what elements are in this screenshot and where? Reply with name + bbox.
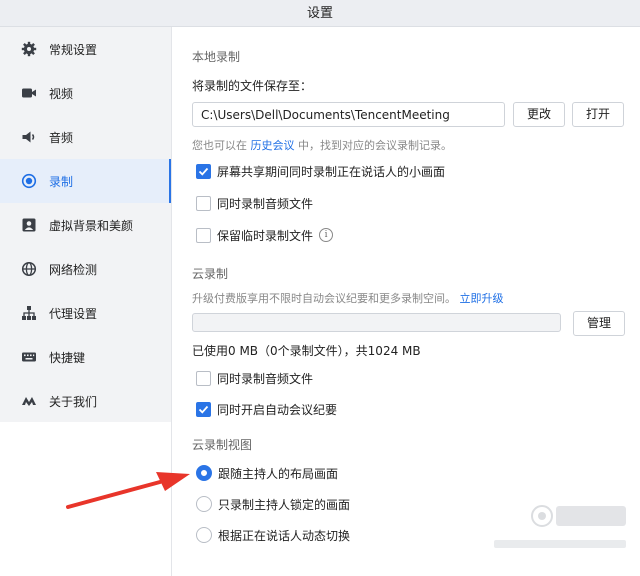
recording-settings-panel: 本地录制 将录制的文件保存至： 更改 打开 您也可以在 历史会议 中，找到对应的…	[172, 27, 640, 576]
view-host-locked-only[interactable]: 只录制主持人锁定的画面	[196, 494, 350, 514]
sidebar-item-about[interactable]: 关于我们	[0, 379, 171, 423]
sidebar-item-label: 关于我们	[49, 394, 98, 409]
radio[interactable]	[196, 527, 212, 543]
local-recording-title: 本地录制	[192, 50, 241, 64]
upgrade-hint: 升级付费版享用不限时自动会议纪要和更多录制空间。 立即升级	[192, 290, 504, 306]
watermark-logo-icon	[494, 505, 626, 548]
radio[interactable]	[196, 496, 212, 512]
speaker-icon	[20, 128, 38, 146]
sidebar-item-label: 音频	[49, 130, 74, 145]
sidebar-item-label: 虚拟背景和美颜	[49, 218, 134, 233]
globe-icon	[20, 260, 38, 278]
history-hint-prefix: 您也可以在	[192, 139, 247, 152]
history-hint-suffix: 中，找到对应的会议录制记录。	[298, 139, 452, 152]
sidebar-item-label: 快捷键	[49, 350, 86, 365]
option-label: 屏幕共享期间同时录制正在说话人的小画面	[217, 164, 446, 179]
sidebar-item-label: 视频	[49, 86, 74, 101]
checkbox[interactable]	[196, 195, 211, 211]
option-label: 根据正在说话人动态切换	[218, 528, 351, 543]
sidebar-item-audio[interactable]: 音频	[0, 115, 171, 159]
sidebar-item-label: 录制	[49, 174, 74, 189]
option-label: 跟随主持人的布局画面	[218, 466, 339, 481]
record-icon	[20, 172, 38, 190]
cloud-recording-title: 云录制	[192, 267, 229, 281]
sidebar-item-network-check[interactable]: 网络检测	[0, 247, 171, 291]
sidebar-item-label: 网络检测	[49, 262, 98, 277]
check-icon	[198, 167, 209, 176]
option-record-speaker-during-share[interactable]: 屏幕共享期间同时录制正在说话人的小画面	[196, 161, 445, 181]
manage-button[interactable]: 管理	[573, 311, 625, 336]
sidebar-item-virtual-background[interactable]: 虚拟背景和美颜	[0, 203, 171, 247]
cloud-usage-text: 已使用0 MB（0个录制文件），共1024 MB	[192, 344, 421, 358]
info-icon[interactable]: i	[319, 228, 334, 242]
option-record-audio-local[interactable]: 同时录制音频文件	[196, 193, 313, 213]
view-active-speaker-switch[interactable]: 根据正在说话人动态切换	[196, 525, 350, 545]
video-camera-icon	[20, 84, 38, 102]
option-record-audio-cloud[interactable]: 同时录制音频文件	[196, 368, 313, 388]
history-meetings-link[interactable]: 历史会议	[251, 139, 295, 152]
window-title-bar: 设置	[0, 0, 640, 27]
option-label: 保留临时录制文件	[217, 228, 314, 243]
checkbox[interactable]	[196, 370, 211, 386]
option-label: 只录制主持人锁定的画面	[218, 497, 351, 512]
tencent-logo-icon	[20, 392, 38, 410]
cloud-view-title: 云录制视图	[192, 438, 253, 452]
sidebar: 常规设置 视频 音频 录制 虚拟背景和美颜 网络检测 代理设置 快捷键 关于我们	[0, 27, 171, 422]
sidebar-item-general[interactable]: 常规设置	[0, 27, 171, 71]
sidebar-item-video[interactable]: 视频	[0, 71, 171, 115]
gear-icon	[20, 40, 38, 58]
change-path-button[interactable]: 更改	[513, 102, 565, 127]
history-hint: 您也可以在 历史会议 中，找到对应的会议录制记录。	[192, 137, 452, 153]
view-follow-host-layout[interactable]: 跟随主持人的布局画面	[196, 463, 338, 483]
open-folder-button[interactable]: 打开	[572, 102, 624, 127]
checkbox[interactable]	[196, 401, 211, 417]
option-keep-temp-files[interactable]: 保留临时录制文件 i	[196, 225, 334, 245]
cloud-storage-usage-bar	[192, 313, 561, 332]
network-tree-icon	[20, 304, 38, 322]
sidebar-empty-area	[0, 422, 171, 576]
upgrade-hint-text: 升级付费版享用不限时自动会议纪要和更多录制空间。	[192, 292, 456, 305]
checkbox[interactable]	[196, 163, 211, 179]
check-icon	[198, 405, 209, 414]
sidebar-item-proxy[interactable]: 代理设置	[0, 291, 171, 335]
portrait-icon	[20, 216, 38, 234]
keyboard-icon	[20, 348, 38, 366]
option-label: 同时录制音频文件	[217, 371, 314, 386]
sidebar-item-label: 代理设置	[49, 306, 98, 321]
sidebar-item-label: 常规设置	[49, 42, 98, 57]
radio[interactable]	[196, 465, 212, 481]
save-path-input[interactable]	[192, 102, 505, 127]
sidebar-item-shortcuts[interactable]: 快捷键	[0, 335, 171, 379]
sidebar-item-recording[interactable]: 录制	[0, 159, 171, 203]
option-auto-minutes[interactable]: 同时开启自动会议纪要	[196, 399, 337, 419]
option-label: 同时开启自动会议纪要	[217, 402, 338, 417]
upgrade-now-link[interactable]: 立即升级	[460, 292, 504, 305]
checkbox[interactable]	[196, 227, 211, 243]
window-title: 设置	[306, 6, 333, 21]
save-to-label: 将录制的文件保存至：	[192, 79, 313, 93]
option-label: 同时录制音频文件	[217, 196, 314, 211]
